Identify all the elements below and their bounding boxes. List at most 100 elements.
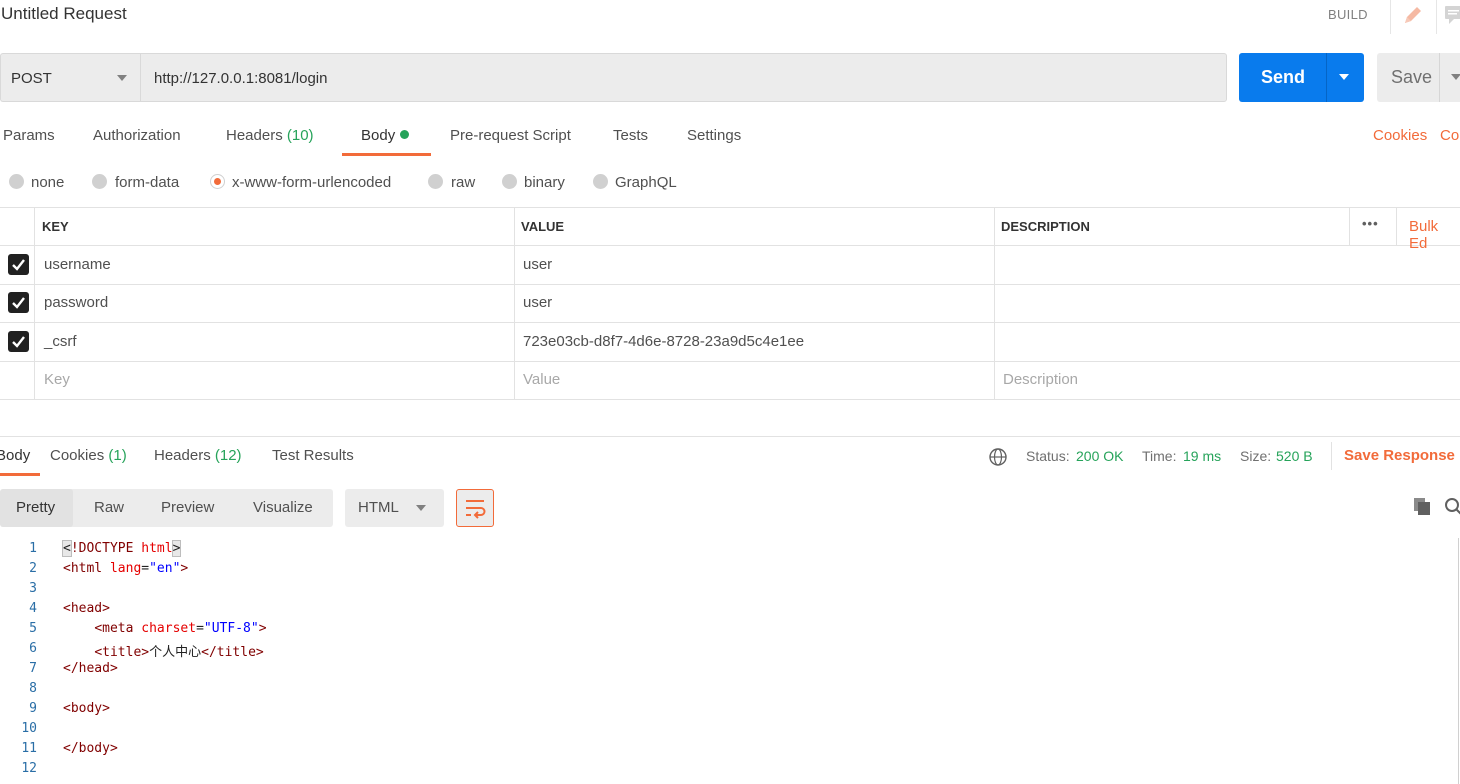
format-visualize[interactable]: Visualize	[253, 499, 313, 516]
code-line: <head>	[63, 601, 110, 616]
row-key[interactable]: username	[44, 256, 111, 273]
line-number: 5	[29, 621, 37, 636]
tab-tests[interactable]: Tests	[613, 127, 648, 144]
code-link[interactable]: Co	[1440, 127, 1459, 144]
more-options-icon[interactable]: •••	[1362, 216, 1379, 231]
radio-form-data[interactable]	[92, 174, 107, 189]
code-line: <body>	[63, 701, 110, 716]
time-label: Time:	[1142, 448, 1177, 464]
new-description-input[interactable]: Description	[1003, 371, 1078, 388]
save-response-button[interactable]: Save Response	[1344, 447, 1455, 464]
tab-params[interactable]: Params	[3, 127, 55, 144]
format-preview[interactable]: Preview	[161, 499, 214, 516]
code-line: </body>	[63, 741, 118, 756]
radio-binary[interactable]	[502, 174, 517, 189]
line-number: 9	[29, 701, 37, 716]
globe-icon[interactable]	[988, 447, 1008, 467]
code-line: <!DOCTYPE html>	[62, 540, 182, 557]
line-number: 12	[21, 761, 37, 776]
send-divider	[1326, 53, 1327, 102]
new-key-input[interactable]: Key	[44, 371, 70, 388]
tab-settings[interactable]: Settings	[687, 127, 741, 144]
chevron-down-icon	[117, 75, 127, 81]
save-options-chevron-icon[interactable]	[1451, 74, 1460, 80]
save-button[interactable]: Save	[1377, 53, 1460, 102]
row-key[interactable]: _csrf	[44, 333, 77, 350]
column-header-value: VALUE	[521, 219, 565, 234]
comment-icon[interactable]	[1442, 2, 1460, 28]
headers-count: (10)	[286, 127, 314, 144]
method-select[interactable]: POST	[0, 53, 140, 102]
active-response-tab-indicator	[0, 473, 40, 476]
radio-label-x-www-form-urlencoded[interactable]: x-www-form-urlencoded	[232, 174, 391, 191]
line-number: 1	[29, 541, 37, 556]
row-checkbox[interactable]	[8, 292, 29, 313]
response-tab-body[interactable]: Body	[0, 447, 30, 464]
row-value[interactable]: 723e03cb-d8f7-4d6e-8728-23a9d5c4e1ee	[523, 333, 804, 350]
save-divider	[1439, 53, 1440, 102]
save-label: Save	[1391, 67, 1433, 87]
size-value: 520 B	[1276, 448, 1313, 464]
build-mode-label[interactable]: BUILD	[1328, 7, 1368, 22]
radio-none[interactable]	[9, 174, 24, 189]
column-header-description: DESCRIPTION	[1001, 219, 1090, 234]
radio-label-graphql[interactable]: GraphQL	[615, 174, 677, 191]
line-number: 11	[21, 741, 37, 756]
active-tab-indicator	[342, 153, 431, 156]
radio-x-www-form-urlencoded[interactable]	[210, 174, 225, 189]
radio-label-none[interactable]: none	[31, 174, 64, 191]
row-value[interactable]: user	[523, 256, 552, 273]
tab-pre-request-script[interactable]: Pre-request Script	[450, 127, 571, 144]
search-icon[interactable]	[1443, 496, 1460, 516]
chevron-down-icon	[416, 505, 426, 511]
table-border	[0, 361, 1460, 362]
bulk-edit-link[interactable]: Bulk Ed	[1409, 218, 1460, 252]
row-checkbox[interactable]	[8, 331, 29, 352]
status-label: Status:	[1026, 448, 1070, 464]
table-border	[0, 245, 1460, 246]
code-line: </head>	[63, 661, 118, 676]
time-value: 19 ms	[1183, 448, 1222, 464]
send-button[interactable]: Send	[1239, 53, 1364, 102]
language-select[interactable]: HTML	[345, 489, 444, 527]
column-divider	[1349, 207, 1350, 245]
language-label: HTML	[358, 499, 399, 516]
format-pretty[interactable]: Pretty	[16, 499, 55, 516]
line-number: 3	[29, 581, 37, 596]
row-key[interactable]: password	[44, 294, 108, 311]
row-value[interactable]: user	[523, 294, 552, 311]
send-options-chevron-icon[interactable]	[1339, 74, 1349, 80]
request-title[interactable]: Untitled Request	[1, 4, 127, 24]
response-tab-cookies[interactable]: Cookies (1)	[50, 447, 127, 464]
new-value-input[interactable]: Value	[523, 371, 560, 388]
format-toggle-group: Pretty Raw Preview Visualize	[0, 489, 333, 527]
line-number: 8	[29, 681, 37, 696]
copy-icon[interactable]	[1412, 496, 1432, 516]
header-divider	[1390, 0, 1391, 34]
url-input[interactable]: http://127.0.0.1:8081/login	[140, 53, 1227, 102]
tab-headers[interactable]: Headers (10)	[226, 127, 314, 144]
radio-label-raw[interactable]: raw	[451, 174, 475, 191]
tab-body[interactable]: Body	[361, 127, 410, 144]
radio-label-form-data[interactable]: form-data	[115, 174, 179, 191]
response-tab-headers[interactable]: Headers (12)	[154, 447, 242, 464]
line-number: 4	[29, 601, 37, 616]
line-number: 10	[21, 721, 37, 736]
url-text: http://127.0.0.1:8081/login	[154, 70, 328, 87]
format-raw[interactable]: Raw	[94, 499, 124, 516]
radio-raw[interactable]	[428, 174, 443, 189]
wrap-lines-button[interactable]	[456, 489, 494, 527]
code-line: <meta charset="UTF-8">	[94, 621, 267, 636]
pencil-icon[interactable]	[1400, 2, 1426, 28]
row-checkbox[interactable]	[8, 254, 29, 275]
radio-label-binary[interactable]: binary	[524, 174, 565, 191]
status-value: 200 OK	[1076, 448, 1124, 464]
line-number: 7	[29, 661, 37, 676]
radio-graphql[interactable]	[593, 174, 608, 189]
code-line: <html lang="en">	[63, 561, 189, 576]
table-border	[0, 399, 1460, 400]
cookies-link[interactable]: Cookies	[1373, 127, 1427, 144]
response-tab-test-results[interactable]: Test Results	[272, 447, 354, 464]
tab-authorization[interactable]: Authorization	[93, 127, 181, 144]
response-divider	[0, 436, 1460, 437]
